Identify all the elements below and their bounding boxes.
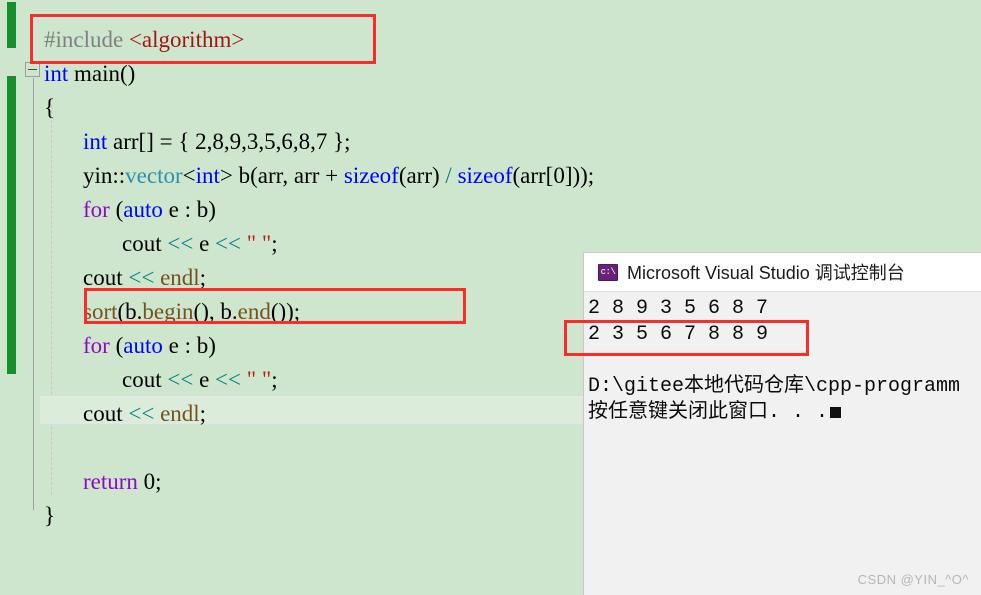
screenshot-root: #include <algorithm> int main(){int arr[]… — [0, 0, 981, 595]
code-token: << — [167, 367, 194, 392]
change-indicator-bar — [7, 2, 16, 48]
code-token: < — [182, 163, 196, 188]
code-token: ; — [199, 265, 207, 290]
code-token: for — [83, 197, 110, 222]
console-output-area[interactable]: 2 8 9 3 5 6 8 7 2 3 5 6 7 8 8 9 D:\gitee本… — [584, 292, 981, 426]
code-token: 0; — [137, 469, 162, 494]
code-token: sizeof — [343, 163, 399, 188]
code-token: << — [215, 367, 241, 392]
line-open-brace[interactable]: { — [44, 91, 55, 125]
code-token: sort — [83, 299, 118, 324]
code-token: e : b) — [162, 197, 216, 222]
code-token: arr[] = { 2,8,9,3,5,6,8,7 }; — [107, 129, 351, 154]
code-token: ( — [109, 197, 124, 222]
code-token: endl — [160, 265, 200, 290]
code-token: int — [83, 129, 108, 154]
code-token: endl — [160, 401, 200, 426]
indent-guide-line — [51, 105, 52, 495]
code-token: << — [215, 231, 241, 256]
debug-console-window[interactable]: c:\ Microsoft Visual Studio 调试控制台 2 8 9 … — [583, 252, 981, 595]
csdn-watermark: CSDN @YIN_^O^ — [857, 572, 969, 587]
line-for-2[interactable]: for (auto e : b) — [83, 329, 216, 363]
code-token: ; — [199, 401, 207, 426]
code-token: << — [167, 231, 194, 256]
console-line-sorted: 2 3 5 6 7 8 8 9 — [588, 323, 769, 346]
code-token: ( — [109, 333, 124, 358]
change-indicator-bar — [7, 76, 16, 374]
code-token: e — [193, 367, 216, 392]
code-token: auto — [123, 333, 163, 358]
line-return[interactable]: return 0; — [83, 465, 162, 499]
code-token: ()); — [270, 299, 301, 324]
line-arr-decl[interactable]: int arr[] = { 2,8,9,3,5,6,8,7 }; — [83, 125, 351, 159]
code-token: <algorithm> — [128, 27, 245, 52]
code-token: yin:: — [83, 163, 126, 188]
code-token: e — [193, 231, 216, 256]
collapse-region-toggle[interactable] — [25, 62, 40, 77]
code-token: begin — [142, 299, 194, 324]
code-token: main() — [68, 61, 136, 86]
line-main[interactable]: int main() — [44, 57, 135, 91]
code-token: cout — [122, 231, 168, 256]
line-cout-endl-2[interactable]: cout << endl; — [83, 397, 206, 431]
code-token: for — [83, 333, 110, 358]
console-line-unsorted: 2 8 9 3 5 6 8 7 — [588, 297, 769, 320]
code-token: int — [195, 163, 220, 188]
code-token: > b(arr, arr + — [219, 163, 344, 188]
code-token: int — [44, 61, 69, 86]
code-token: cout — [83, 401, 129, 426]
line-cout-e-2[interactable]: cout << e << " "; — [122, 363, 278, 397]
code-token: " " — [246, 231, 272, 256]
code-token: (arr[0])); — [512, 163, 595, 188]
code-token: << — [128, 401, 155, 426]
code-token: (arr) — [398, 163, 446, 188]
code-token: (b. — [117, 299, 143, 324]
line-cout-endl-1[interactable]: cout << endl; — [83, 261, 206, 295]
console-cursor — [830, 407, 842, 418]
editor-gutter[interactable] — [0, 0, 22, 595]
code-token: vector — [125, 163, 183, 188]
line-empty[interactable] — [44, 431, 50, 465]
code-token: ; — [271, 231, 278, 256]
cmd-prompt-icon: c:\ — [598, 263, 618, 281]
console-title-text: Microsoft Visual Studio 调试控制台 — [627, 263, 905, 283]
cmd-prompt-icon-label: c:\ — [600, 266, 616, 277]
line-sort[interactable]: sort(b.begin(), b.end()); — [83, 295, 300, 329]
code-token: } — [44, 503, 56, 528]
code-token: end — [237, 299, 271, 324]
code-token: " " — [246, 367, 272, 392]
console-line-prompt: 按任意键关闭此窗口. . . — [588, 400, 981, 426]
console-line-path: D:\gitee本地代码仓库\cpp-programm — [588, 375, 961, 398]
code-token: sizeof — [457, 163, 513, 188]
line-vector-decl[interactable]: yin::vector<int> b(arr, arr + sizeof(arr… — [83, 159, 594, 193]
code-token: cout — [122, 367, 168, 392]
code-token: { — [44, 95, 56, 120]
console-title-bar[interactable]: c:\ Microsoft Visual Studio 调试控制台 — [584, 253, 981, 292]
scope-guide-line — [33, 78, 34, 510]
line-include[interactable]: #include <algorithm> — [44, 23, 244, 57]
code-token: cout — [83, 265, 129, 290]
code-token: (), b. — [193, 299, 238, 324]
line-cout-e-1[interactable]: cout << e << " "; — [122, 227, 278, 261]
code-token: << — [128, 265, 155, 290]
code-token: ; — [271, 367, 278, 392]
code-token: #include — [44, 27, 129, 52]
line-for-1[interactable]: for (auto e : b) — [83, 193, 216, 227]
line-close-brace[interactable]: } — [44, 499, 55, 533]
code-token: e : b) — [162, 333, 216, 358]
code-token: return — [83, 469, 138, 494]
code-token: auto — [123, 197, 163, 222]
